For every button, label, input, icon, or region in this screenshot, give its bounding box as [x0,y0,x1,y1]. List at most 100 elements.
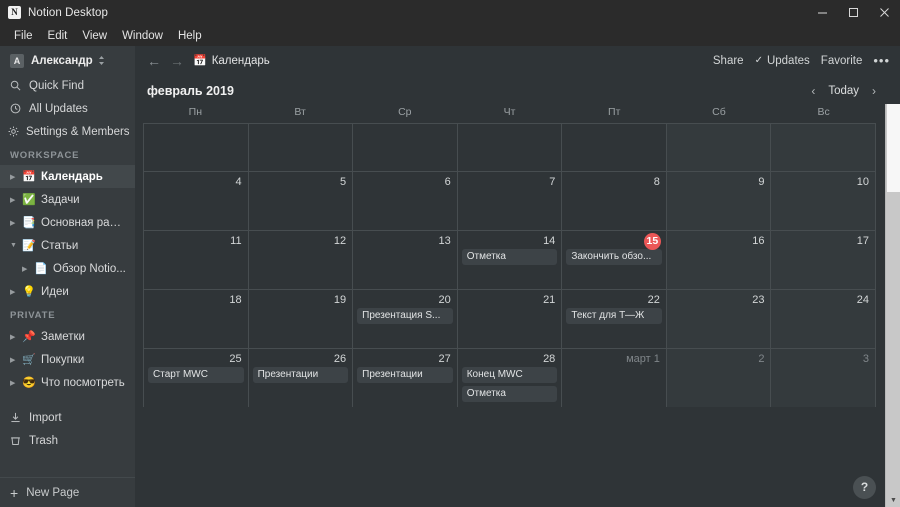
calendar-event[interactable]: Конец MWC [461,367,558,383]
calendar-day-cell[interactable]: 28 Конец MWC Отметка [456,349,562,407]
calendar-day-cell[interactable]: 13 [352,231,457,289]
help-button[interactable]: ? [853,476,876,499]
calendar-day-cell[interactable]: 20 Презентация S... [352,290,457,348]
day-number [462,127,558,142]
minimize-button[interactable] [807,0,838,25]
sidebar-item-import[interactable]: Import [0,406,135,429]
calendar-day-cell[interactable]: 2 [665,349,771,407]
close-button[interactable] [869,0,900,25]
sidebar-item-all-updates[interactable]: All Updates [0,97,135,120]
day-number: 22 [647,294,660,306]
scroll-down-arrow[interactable]: ▼ [886,494,900,507]
calendar-day-cell[interactable] [143,124,248,171]
sidebar-item-quick-find[interactable]: Quick Find [0,74,135,97]
calendar-day-cell[interactable]: 16 [665,231,771,289]
calendar-day-cell[interactable]: 25 Старт MWC [143,349,248,407]
forward-button[interactable]: → [170,54,184,68]
calendar-day-cell[interactable]: 22 Текст для Т—Ж [561,290,666,348]
calendar-day-cell[interactable]: 26 Презентации [247,349,353,407]
favorite-button[interactable]: Favorite [821,55,863,67]
calendar-day-cell[interactable]: 21 [456,290,562,348]
sidebar-item-trash[interactable]: Trash [0,429,135,452]
calendar-event[interactable]: Презентации [252,367,349,383]
menu-item-file[interactable]: File [7,27,40,45]
calendar-day-cell[interactable] [247,124,353,171]
calendar-day-cell[interactable]: 9 [665,172,771,230]
scrollbar-thumb[interactable] [887,104,900,192]
calendar-event[interactable]: Презентация S... [357,308,453,324]
breadcrumb[interactable]: Календарь [212,55,270,67]
calendar-day-cell[interactable] [561,124,666,171]
back-button[interactable]: ← [147,54,161,68]
calendar-day-cell[interactable]: 12 [247,231,353,289]
calendar-day-cell[interactable]: 3 [770,349,877,407]
calendar-day-cell[interactable]: 14 Отметка [456,231,562,289]
day-number: 3 [862,353,870,365]
calendar-day-cell[interactable]: 6 [352,172,457,230]
sidebar-private-list: ▶ 📌 Заметки ▶ 🛒 Покупки ▶ 😎 Что посмотреть [0,325,135,394]
sidebar-page-item[interactable]: ▶ 📄 Обзор Notio... [0,257,135,280]
calendar-event[interactable]: Отметка [461,249,558,265]
menu-item-view[interactable]: View [75,27,114,45]
vertical-scrollbar[interactable]: ▲ ▼ [885,104,900,507]
calendar-day-cell[interactable]: март 1 [561,349,666,407]
prev-month-button[interactable]: ‹ [811,85,815,97]
user-name: Александр [31,55,93,67]
share-button[interactable]: Share [713,55,744,67]
updates-button[interactable]: ✓ Updates [755,55,810,67]
sidebar-page-item[interactable]: ▶ 💡 Идеи [0,280,135,303]
calendar-day-cell[interactable]: 8 [561,172,666,230]
calendar-day-cell[interactable]: 7 [456,172,562,230]
menu-item-edit[interactable]: Edit [41,27,75,45]
calendar-day-cell[interactable] [770,124,877,171]
sidebar-page-item[interactable]: ▼ 📝 Статьи [0,234,135,257]
day-number: 27 [438,353,451,365]
calendar-day-cell[interactable]: 5 [247,172,353,230]
calendar-day-cell[interactable]: 27 Презентации [352,349,457,407]
calendar-day-cell[interactable] [665,124,771,171]
calendar-day-cell[interactable]: 23 [665,290,771,348]
maximize-button[interactable] [838,0,869,25]
sidebar-page-item[interactable]: ▶ 🛒 Покупки [0,348,135,371]
chevron-right-icon[interactable]: ▶ [10,333,21,341]
chevron-right-icon[interactable]: ▶ [10,288,21,296]
calendar-day-cell[interactable]: 19 [247,290,353,348]
calendar-day-cell[interactable] [456,124,562,171]
chevron-right-icon[interactable]: ▶ [10,196,21,204]
calendar-day-cell[interactable] [352,124,457,171]
weekday-label: Ср [398,106,412,118]
next-month-button[interactable]: › [872,85,876,97]
weekday-label: Вт [294,106,306,118]
calendar-day-cell[interactable]: 4 [143,172,248,230]
calendar-day-cell[interactable]: 18 [143,290,248,348]
calendar-event[interactable]: Текст для Т—Ж [566,308,662,324]
calendar-day-cell[interactable]: 10 [770,172,877,230]
new-page-button[interactable]: + New Page [0,477,135,507]
menu-item-window[interactable]: Window [115,27,170,45]
calendar-day-cell[interactable]: 24 [770,290,877,348]
chevron-right-icon[interactable]: ▶ [10,219,21,227]
more-options-icon[interactable]: ••• [873,54,890,67]
calendar-day-cell[interactable]: 15 Закончить обзо... [561,231,666,289]
calendar-day-cell[interactable]: 11 [143,231,248,289]
calendar-event[interactable]: Отметка [461,386,558,402]
chevron-right-icon[interactable]: ▶ [10,173,21,181]
chevron-right-icon[interactable]: ▶ [10,379,21,387]
check-icon: ✓ [754,55,763,66]
sidebar-page-item[interactable]: ▶ 📌 Заметки [0,325,135,348]
calendar-event[interactable]: Закончить обзо... [566,249,662,265]
sidebar-item-settings-members[interactable]: Settings & Members [0,120,135,143]
menu-item-help[interactable]: Help [171,27,209,45]
chevron-right-icon[interactable]: ▶ [22,265,33,273]
sidebar-page-item[interactable]: ▶ 📅 Календарь [0,165,135,188]
calendar-event[interactable]: Старт MWC [148,367,244,383]
sidebar-page-item[interactable]: ▶ 📑 Основная работа [0,211,135,234]
sidebar-page-item[interactable]: ▶ ✅ Задачи [0,188,135,211]
chevron-right-icon[interactable]: ▶ [10,356,21,364]
today-button[interactable]: Today [828,85,859,97]
workspace-switcher[interactable]: A Александр [0,48,135,74]
chevron-down-icon[interactable]: ▼ [10,242,21,249]
calendar-event[interactable]: Презентации [357,367,453,383]
sidebar-page-item[interactable]: ▶ 😎 Что посмотреть [0,371,135,394]
calendar-day-cell[interactable]: 17 [770,231,877,289]
